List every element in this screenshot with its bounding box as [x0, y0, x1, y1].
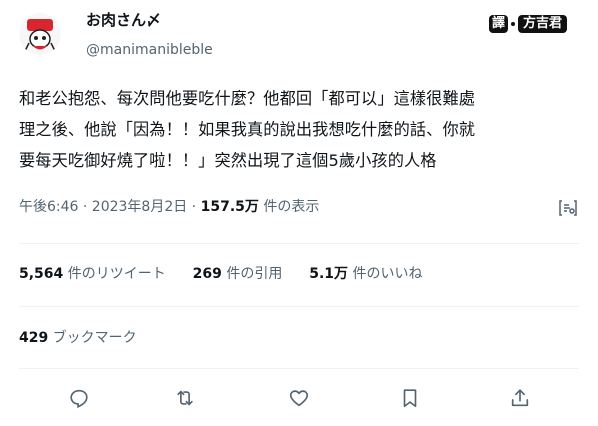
tweet-meta: 午後6:46 · 2023年8月2日 · 157.5万 件の表示 [19, 197, 319, 217]
quotes-stat[interactable]: 269 件の引用 [193, 266, 283, 282]
translator-name: 方吉君 [518, 15, 568, 33]
divider [19, 243, 579, 244]
tweet-text: 和老公抱怨、每次問他要吃什麼？他都回「都可以」這樣很難處 理之後、他說「因為！！… [19, 83, 584, 176]
bookmarks-label: ブックマーク [48, 330, 137, 346]
likes-count: 5.1万 [309, 266, 349, 282]
divider [19, 306, 579, 307]
retweets-stat[interactable]: 5,564 件のリツイート [19, 266, 166, 282]
quotes-label: 件の引用 [221, 266, 283, 282]
bookmarks-stat[interactable]: 429 ブックマーク [19, 328, 137, 348]
quotes-count: 269 [192, 266, 222, 282]
tweet-line: 要每天吃御好燒了啦！！」突然出現了這個5歲小孩的人格 [19, 151, 437, 170]
like-button[interactable] [286, 385, 312, 411]
bookmark-icon [403, 389, 417, 408]
avatar[interactable] [19, 13, 61, 55]
share-icon [511, 389, 529, 407]
views-count: 157.5万 [200, 199, 259, 215]
retweets-count: 5,564 [19, 266, 64, 282]
bookmark-button[interactable] [397, 385, 423, 411]
views-label: 件の表示 [258, 199, 320, 215]
tweet-line: 和老公抱怨、每次問他要吃什麼？他都回「都可以」這樣很難處 [19, 89, 476, 108]
analytics-icon[interactable] [557, 197, 579, 219]
timestamp[interactable]: 午後6:46 · 2023年8月2日 · [19, 199, 201, 215]
share-button[interactable] [507, 385, 533, 411]
translation-badge: 譯 方吉君 [489, 14, 568, 34]
like-icon [289, 390, 309, 407]
likes-label: 件のいいね [348, 266, 423, 282]
badge-dot [511, 22, 516, 26]
tweet-line: 理之後、他說「因為！！如果我真的說出我想吃什麼的話、你就 [19, 120, 476, 139]
bookmarks-count: 429 [19, 330, 49, 346]
reply-icon [70, 389, 88, 408]
divider [19, 368, 579, 369]
retweet-button[interactable] [172, 385, 198, 411]
handle[interactable]: @manimanibleble [86, 41, 213, 59]
retweet-icon [177, 390, 193, 406]
engagement-stats: 5,564 件のリツイート 269 件の引用 5.1万 件のいいね [19, 264, 423, 284]
display-name[interactable]: お肉さん〆 [86, 10, 161, 30]
retweets-label: 件のリツイート [63, 266, 166, 282]
translation-label: 譯 [489, 15, 509, 33]
reply-button[interactable] [66, 385, 92, 411]
likes-stat[interactable]: 5.1万 件のいいね [309, 266, 422, 282]
